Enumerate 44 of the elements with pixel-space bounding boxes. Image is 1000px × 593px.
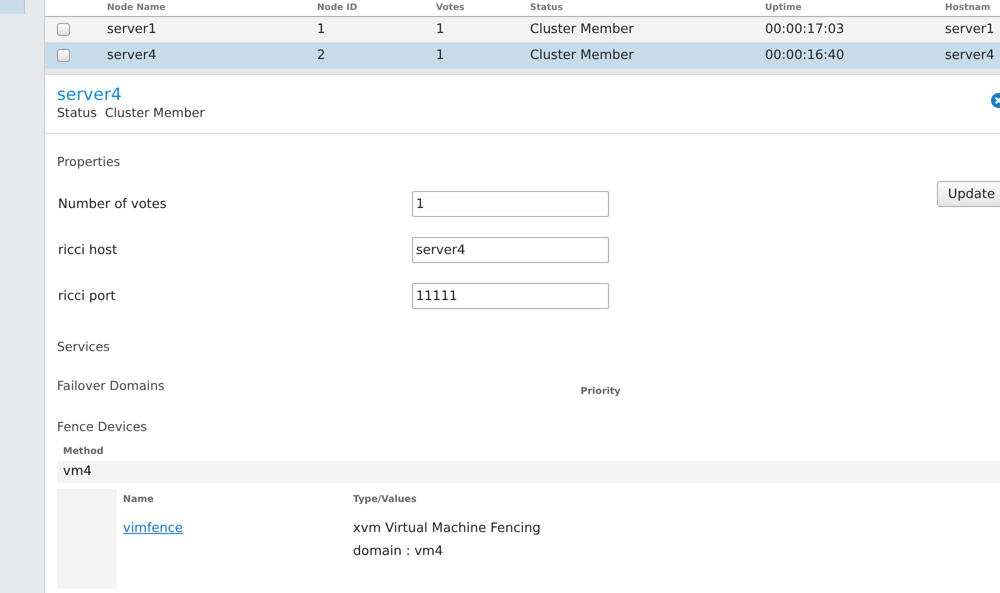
field-label: ricci host	[57, 242, 118, 258]
input-field[interactable]: 1	[412, 191, 609, 217]
section-heading: Failover Domains	[57, 378, 165, 393]
field-label: ricci port	[57, 288, 117, 304]
table-cell: server1	[107, 22, 156, 37]
table-cell: server4	[107, 48, 156, 63]
table-cell: 2	[317, 48, 326, 63]
table-cell: 00:00:16:40	[765, 48, 844, 63]
device-value: domain : vm4	[353, 544, 444, 559]
column-header[interactable]: Hostnam	[945, 3, 990, 13]
section-heading: Properties	[57, 154, 122, 169]
section-heading: Services	[57, 339, 111, 354]
section-heading: Fence Devices	[57, 419, 148, 434]
column-header: Priority	[580, 386, 621, 397]
table-row[interactable]: server1 1 1 Cluster Member 00:00:17:03 server1	[45, 17, 1000, 43]
table-cell: 1	[436, 22, 444, 37]
update-button[interactable]: Update	[936, 181, 1000, 207]
column-header: Method	[63, 446, 105, 457]
method-row: vm4	[57, 461, 1000, 483]
column-header: Type/Values	[353, 494, 417, 505]
column-header: Name	[123, 494, 155, 505]
field-label: Number of votes	[57, 196, 168, 212]
column-header[interactable]: Votes	[436, 3, 464, 13]
table-row[interactable]: server4 2 1 Cluster Member 00:00:16:40 server4	[45, 43, 1000, 69]
table-cell: server4	[945, 48, 994, 63]
input-field[interactable]: server4	[412, 237, 609, 263]
node-title: server4	[57, 85, 122, 105]
table-cell: server1	[945, 22, 994, 37]
status-label: Status	[57, 105, 97, 120]
column-header[interactable]: Node ID	[317, 3, 358, 13]
table-cell: 1	[436, 48, 444, 63]
row-checkbox[interactable]	[57, 23, 70, 36]
column-header[interactable]: Node Name	[107, 3, 166, 13]
table-cell: Cluster Member	[530, 48, 634, 63]
input-field[interactable]: 11111	[412, 283, 609, 309]
column-header[interactable]: Uptime	[765, 3, 802, 13]
table-cell: 1	[317, 22, 326, 37]
status-value: Cluster Member	[104, 105, 205, 120]
table-cell: 00:00:17:03	[765, 22, 844, 37]
row-checkbox[interactable]	[57, 49, 70, 62]
device-type: xvm Virtual Machine Fencing	[353, 521, 541, 536]
column-header[interactable]: Status	[530, 3, 563, 13]
device-link[interactable]: vimfence	[123, 521, 183, 536]
table-cell: Cluster Member	[530, 22, 634, 37]
